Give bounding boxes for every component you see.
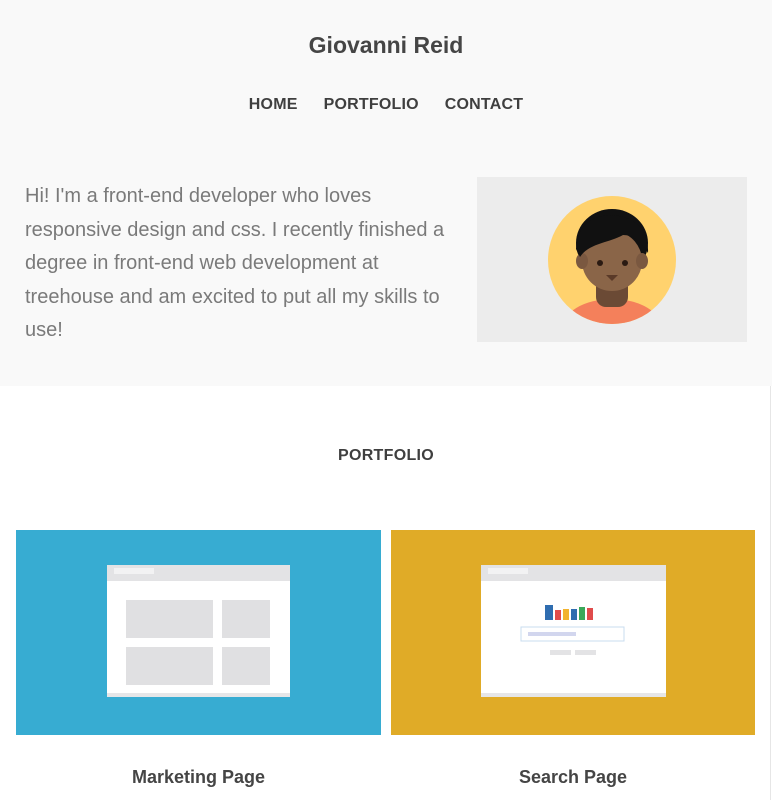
main-nav: HOME PORTFOLIO CONTACT	[0, 96, 772, 114]
nav-home[interactable]: HOME	[249, 96, 298, 114]
avatar-icon	[548, 196, 676, 324]
portfolio-heading: PORTFOLIO	[337, 447, 435, 464]
project-card-marketing[interactable]	[16, 530, 381, 735]
project-title-marketing[interactable]: Marketing Page	[16, 767, 381, 788]
project-card-search[interactable]	[391, 530, 755, 735]
project-title-search[interactable]: Search Page	[391, 767, 755, 788]
site-name: Giovanni Reid	[308, 32, 464, 58]
intro-text: Hi! I'm a front-end developer who loves …	[25, 185, 445, 341]
marketing-page-thumbnail-icon	[16, 530, 381, 735]
hero-section: Giovanni Reid HOME PORTFOLIO CONTACT Hi!…	[0, 0, 772, 386]
scrollbar-edge	[770, 386, 771, 800]
nav-contact[interactable]: CONTACT	[445, 96, 523, 114]
nav-portfolio[interactable]: PORTFOLIO	[324, 96, 419, 114]
search-page-thumbnail-icon	[391, 530, 755, 735]
avatar-box	[477, 177, 747, 342]
